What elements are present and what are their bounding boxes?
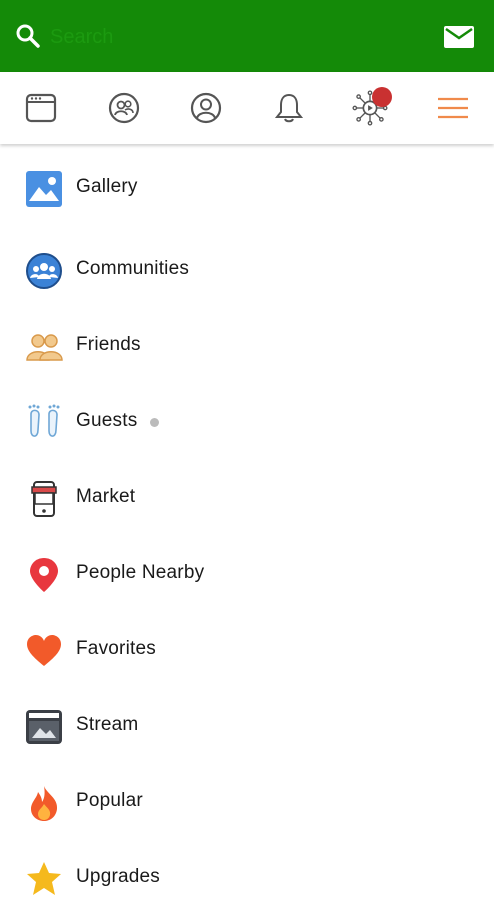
group-circle-icon xyxy=(108,92,140,124)
menu-item-favorites[interactable]: Favorites xyxy=(0,620,494,680)
gallery-icon xyxy=(26,171,62,207)
stream-icon xyxy=(26,710,62,744)
menu-item-friends[interactable]: Friends xyxy=(0,316,494,376)
icon-nav-bar xyxy=(0,72,494,144)
heart-icon xyxy=(27,635,61,666)
menu-item-label: Popular xyxy=(76,790,143,811)
location-pin-icon xyxy=(30,558,58,592)
star-icon xyxy=(27,862,61,895)
footprints-icon xyxy=(28,404,60,437)
menu-item-people-nearby[interactable]: People Nearby xyxy=(0,544,494,604)
menu-item-label: Favorites xyxy=(76,638,156,659)
menu-item-communities[interactable]: Communities xyxy=(0,240,494,300)
menu-item-label: Market xyxy=(76,486,136,507)
bell-icon xyxy=(274,93,304,123)
user-circle-icon xyxy=(190,92,222,124)
menu-item-label: Upgrades xyxy=(76,866,160,887)
nav-notifications-button[interactable] xyxy=(271,90,307,126)
mail-icon[interactable] xyxy=(444,26,474,48)
menu-item-label: Guests xyxy=(76,410,138,431)
menu-item-label: People Nearby xyxy=(76,562,205,583)
search-input[interactable] xyxy=(50,22,380,52)
menu-item-market[interactable]: Market xyxy=(0,468,494,528)
top-bar xyxy=(0,0,494,72)
menu-item-popular[interactable]: Popular xyxy=(0,772,494,832)
search-icon[interactable] xyxy=(15,23,41,49)
menu-item-label: Communities xyxy=(76,258,190,279)
menu-item-label: Gallery xyxy=(76,176,138,197)
nav-communities-button[interactable] xyxy=(106,90,142,126)
guests-indicator-dot xyxy=(150,418,159,427)
friends-icon xyxy=(26,334,63,361)
nav-menu-button[interactable] xyxy=(435,90,471,126)
menu-item-stream[interactable]: Stream xyxy=(0,696,494,756)
menu-item-upgrades[interactable]: Upgrades xyxy=(0,848,494,908)
market-icon xyxy=(31,481,57,517)
communities-icon xyxy=(26,253,62,289)
menu-item-gallery[interactable]: Gallery xyxy=(0,158,494,218)
browser-window-icon xyxy=(25,93,57,123)
nav-profile-button[interactable] xyxy=(188,90,224,126)
menu-item-label: Friends xyxy=(76,334,141,355)
flame-icon xyxy=(31,786,58,821)
menu-item-label: Stream xyxy=(76,714,139,735)
hamburger-icon xyxy=(438,97,468,119)
nav-feed-button[interactable] xyxy=(23,90,59,126)
menu-item-guests[interactable]: Guests xyxy=(0,392,494,452)
notification-badge xyxy=(372,87,392,107)
